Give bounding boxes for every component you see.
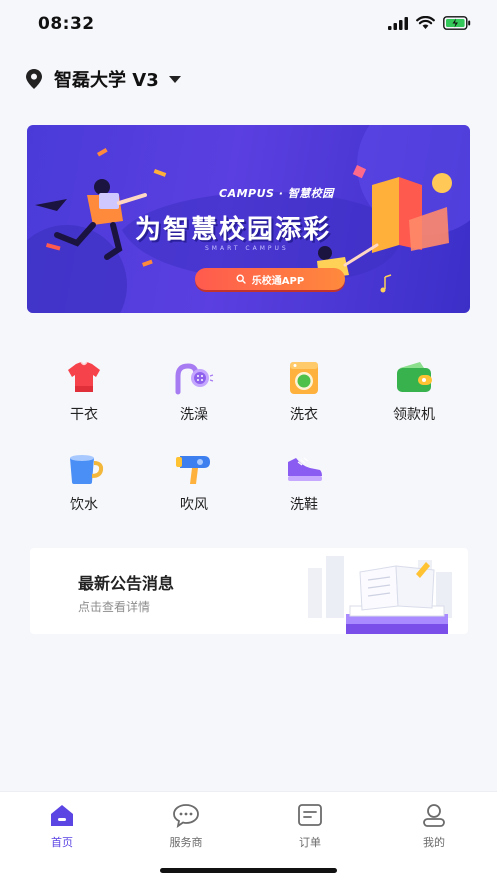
washing-machine-icon (290, 362, 318, 394)
profile-icon (423, 804, 445, 827)
banner-slogan: 为智慧校园添彩 (135, 215, 332, 245)
banner-button-label: 乐校通APP (251, 275, 305, 287)
banner-campus-text: CAMPUS · 智慧校园 (219, 187, 334, 200)
location-pin-icon (26, 69, 42, 89)
caret-down-icon (168, 75, 181, 83)
status-bar: 08:32 (0, 0, 497, 50)
service-label: 洗鞋 (290, 497, 318, 513)
tab-service-provider[interactable]: 服务商 (146, 802, 226, 852)
status-icons (388, 16, 471, 30)
service-label: 吹风 (180, 497, 208, 513)
service-cash-machine[interactable]: 领款机 (364, 358, 464, 438)
search-icon (236, 274, 246, 284)
banner-subtext: SMART CAMPUS (205, 245, 289, 252)
shirt-icon (68, 361, 100, 392)
tab-label: 我的 (423, 836, 445, 849)
location-selector[interactable]: 智磊大学 V3 (26, 64, 181, 94)
service-shower[interactable]: 洗澡 (144, 358, 244, 438)
battery-icon (443, 16, 471, 30)
tab-orders[interactable]: 订单 (270, 802, 350, 852)
order-icon (298, 804, 322, 826)
book-illustration (308, 556, 452, 634)
service-label: 洗澡 (180, 407, 208, 423)
service-shoe-wash[interactable]: 洗鞋 (254, 448, 354, 528)
home-icon (51, 805, 73, 826)
service-label: 干衣 (70, 407, 98, 423)
notice-subtitle: 点击查看详情 (78, 600, 151, 614)
tab-profile[interactable]: 我的 (394, 802, 474, 852)
tab-label: 订单 (299, 836, 321, 849)
home-indicator (160, 868, 337, 873)
wallet-icon (397, 362, 432, 392)
chat-bubble-icon (173, 804, 199, 828)
tab-label: 首页 (51, 836, 73, 849)
wifi-icon (416, 16, 435, 29)
service-label: 洗衣 (290, 407, 318, 423)
banner-app-button[interactable]: 乐校通APP (195, 268, 345, 290)
service-dry-clothes[interactable]: 干衣 (34, 358, 134, 438)
service-hair-dryer[interactable]: 吹风 (144, 448, 244, 528)
cup-icon (70, 455, 104, 484)
promo-banner[interactable]: CAMPUS · 智慧校园 为智慧校园添彩 SMART CAMPUS 乐校通AP… (27, 125, 470, 313)
service-laundry[interactable]: 洗衣 (254, 358, 354, 438)
notice-card[interactable]: 最新公告消息 点击查看详情 (30, 548, 468, 634)
shoe-icon (288, 457, 322, 481)
service-label: 领款机 (393, 407, 435, 423)
hair-dryer-icon (176, 456, 210, 484)
service-drinking-water[interactable]: 饮水 (34, 448, 134, 528)
shower-icon (175, 363, 214, 395)
location-title: 智磊大学 V3 (54, 70, 159, 91)
status-time: 08:32 (38, 14, 95, 34)
notice-title: 最新公告消息 (78, 574, 175, 593)
tab-label: 服务商 (169, 836, 203, 849)
tab-home[interactable]: 首页 (22, 802, 102, 852)
service-label: 饮水 (70, 497, 98, 513)
signal-icon (388, 16, 408, 30)
